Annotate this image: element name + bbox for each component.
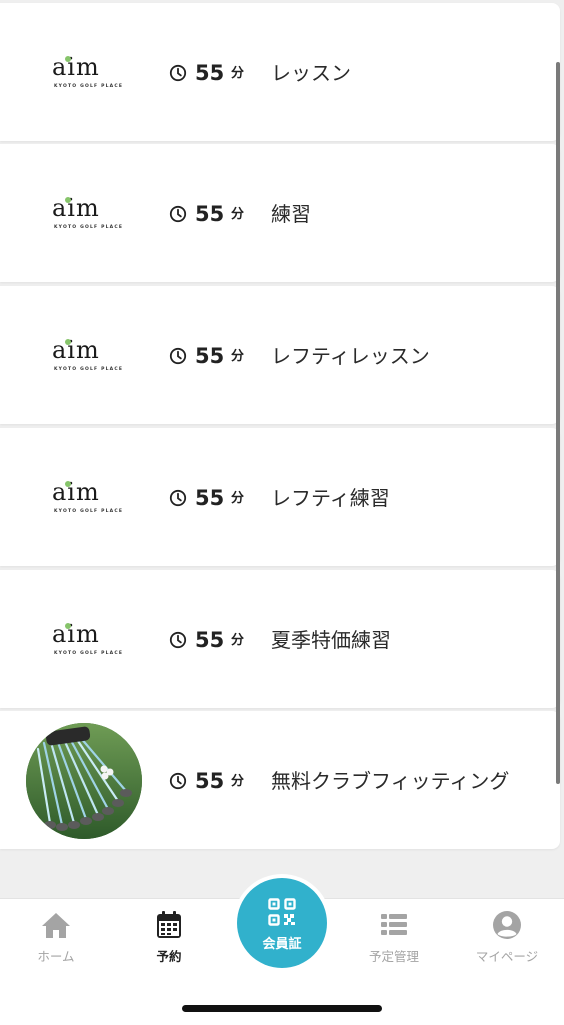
user-icon bbox=[493, 911, 521, 939]
duration-value: 55 bbox=[195, 202, 225, 226]
aim-logo: aim KYOTO GOLF PLACE bbox=[52, 336, 122, 378]
logo-tagline: KYOTO GOLF PLACE bbox=[54, 651, 124, 656]
list-icon bbox=[381, 914, 407, 935]
golf-ball-icon bbox=[65, 197, 71, 203]
duration-unit: 分 bbox=[231, 633, 245, 648]
logo-tagline: KYOTO GOLF PLACE bbox=[54, 84, 124, 89]
duration-unit: 分 bbox=[231, 774, 245, 789]
duration-value: 55 bbox=[195, 628, 225, 652]
logo-word: aim bbox=[52, 478, 100, 506]
lesson-name: 練習 bbox=[271, 202, 311, 226]
duration-value: 55 bbox=[195, 344, 225, 368]
tab-mypage[interactable]: マイページ bbox=[457, 909, 557, 969]
logo-tagline: KYOTO GOLF PLACE bbox=[54, 509, 124, 514]
lesson-card[interactable]: aim KYOTO GOLF PLACE 55 分 レフティレッスン bbox=[0, 286, 560, 424]
member-card-label: 会員証 bbox=[262, 937, 302, 952]
clock-icon bbox=[169, 489, 187, 507]
aim-logo: aim KYOTO GOLF PLACE bbox=[52, 478, 122, 520]
qr-code-icon bbox=[268, 898, 296, 926]
golf-ball-icon bbox=[65, 56, 71, 62]
scrollbar[interactable] bbox=[556, 62, 560, 784]
duration-unit: 分 bbox=[231, 207, 245, 222]
logo-word: aim bbox=[52, 194, 100, 222]
tab-label: 予約 bbox=[156, 949, 182, 964]
aim-logo: aim KYOTO GOLF PLACE bbox=[52, 53, 122, 95]
duration-unit: 分 bbox=[231, 349, 245, 364]
aim-logo: aim KYOTO GOLF PLACE bbox=[52, 194, 122, 236]
lesson-name: 夏季特価練習 bbox=[271, 628, 391, 652]
member-card-button[interactable]: 会員証 bbox=[237, 878, 327, 968]
logo-tagline: KYOTO GOLF PLACE bbox=[54, 225, 124, 230]
lesson-card[interactable]: aim KYOTO GOLF PLACE 55 分 夏季特価練習 bbox=[0, 570, 560, 708]
golf-clubs-photo bbox=[26, 723, 142, 839]
screen: aim KYOTO GOLF PLACE 55 分 レッスン aim KYOTO… bbox=[0, 0, 564, 1025]
logo-word: aim bbox=[52, 53, 100, 81]
duration-value: 55 bbox=[195, 61, 225, 85]
lesson-name: 無料クラブフィッティング bbox=[271, 769, 510, 793]
duration-value: 55 bbox=[195, 769, 225, 793]
lesson-list: aim KYOTO GOLF PLACE 55 分 レッスン aim KYOTO… bbox=[0, 0, 564, 898]
tab-reserve[interactable]: 予約 bbox=[119, 909, 219, 969]
clock-icon bbox=[169, 205, 187, 223]
lesson-name: レッスン bbox=[271, 61, 351, 85]
lesson-card[interactable]: 55 分 無料クラブフィッティング bbox=[0, 711, 560, 849]
clock-icon bbox=[169, 772, 187, 790]
lesson-card[interactable]: aim KYOTO GOLF PLACE 55 分 練習 bbox=[0, 144, 560, 282]
tab-label: ホーム bbox=[37, 949, 75, 964]
lesson-card[interactable]: aim KYOTO GOLF PLACE 55 分 レフティ練習 bbox=[0, 428, 560, 566]
home-indicator bbox=[182, 1005, 382, 1012]
clock-icon bbox=[169, 347, 187, 365]
clock-icon bbox=[169, 64, 187, 82]
logo-word: aim bbox=[52, 620, 100, 648]
lesson-name: レフティ練習 bbox=[271, 486, 390, 510]
tab-label: マイページ bbox=[475, 949, 539, 964]
golf-ball-icon bbox=[65, 623, 71, 629]
duration-value: 55 bbox=[195, 486, 225, 510]
golf-ball-icon bbox=[65, 339, 71, 345]
golf-ball-icon bbox=[65, 481, 71, 487]
duration-unit: 分 bbox=[231, 66, 245, 81]
aim-logo: aim KYOTO GOLF PLACE bbox=[52, 620, 122, 662]
tab-schedule[interactable]: 予定管理 bbox=[344, 909, 444, 969]
clock-icon bbox=[169, 631, 187, 649]
duration-unit: 分 bbox=[231, 491, 245, 506]
logo-word: aim bbox=[52, 336, 100, 364]
tab-home[interactable]: ホーム bbox=[6, 909, 106, 969]
tab-label: 予定管理 bbox=[368, 949, 419, 964]
home-icon bbox=[42, 913, 70, 938]
lesson-name: レフティレッスン bbox=[271, 344, 430, 368]
calendar-icon bbox=[157, 911, 181, 938]
logo-tagline: KYOTO GOLF PLACE bbox=[54, 367, 124, 372]
lesson-card[interactable]: aim KYOTO GOLF PLACE 55 分 レッスン bbox=[0, 3, 560, 141]
